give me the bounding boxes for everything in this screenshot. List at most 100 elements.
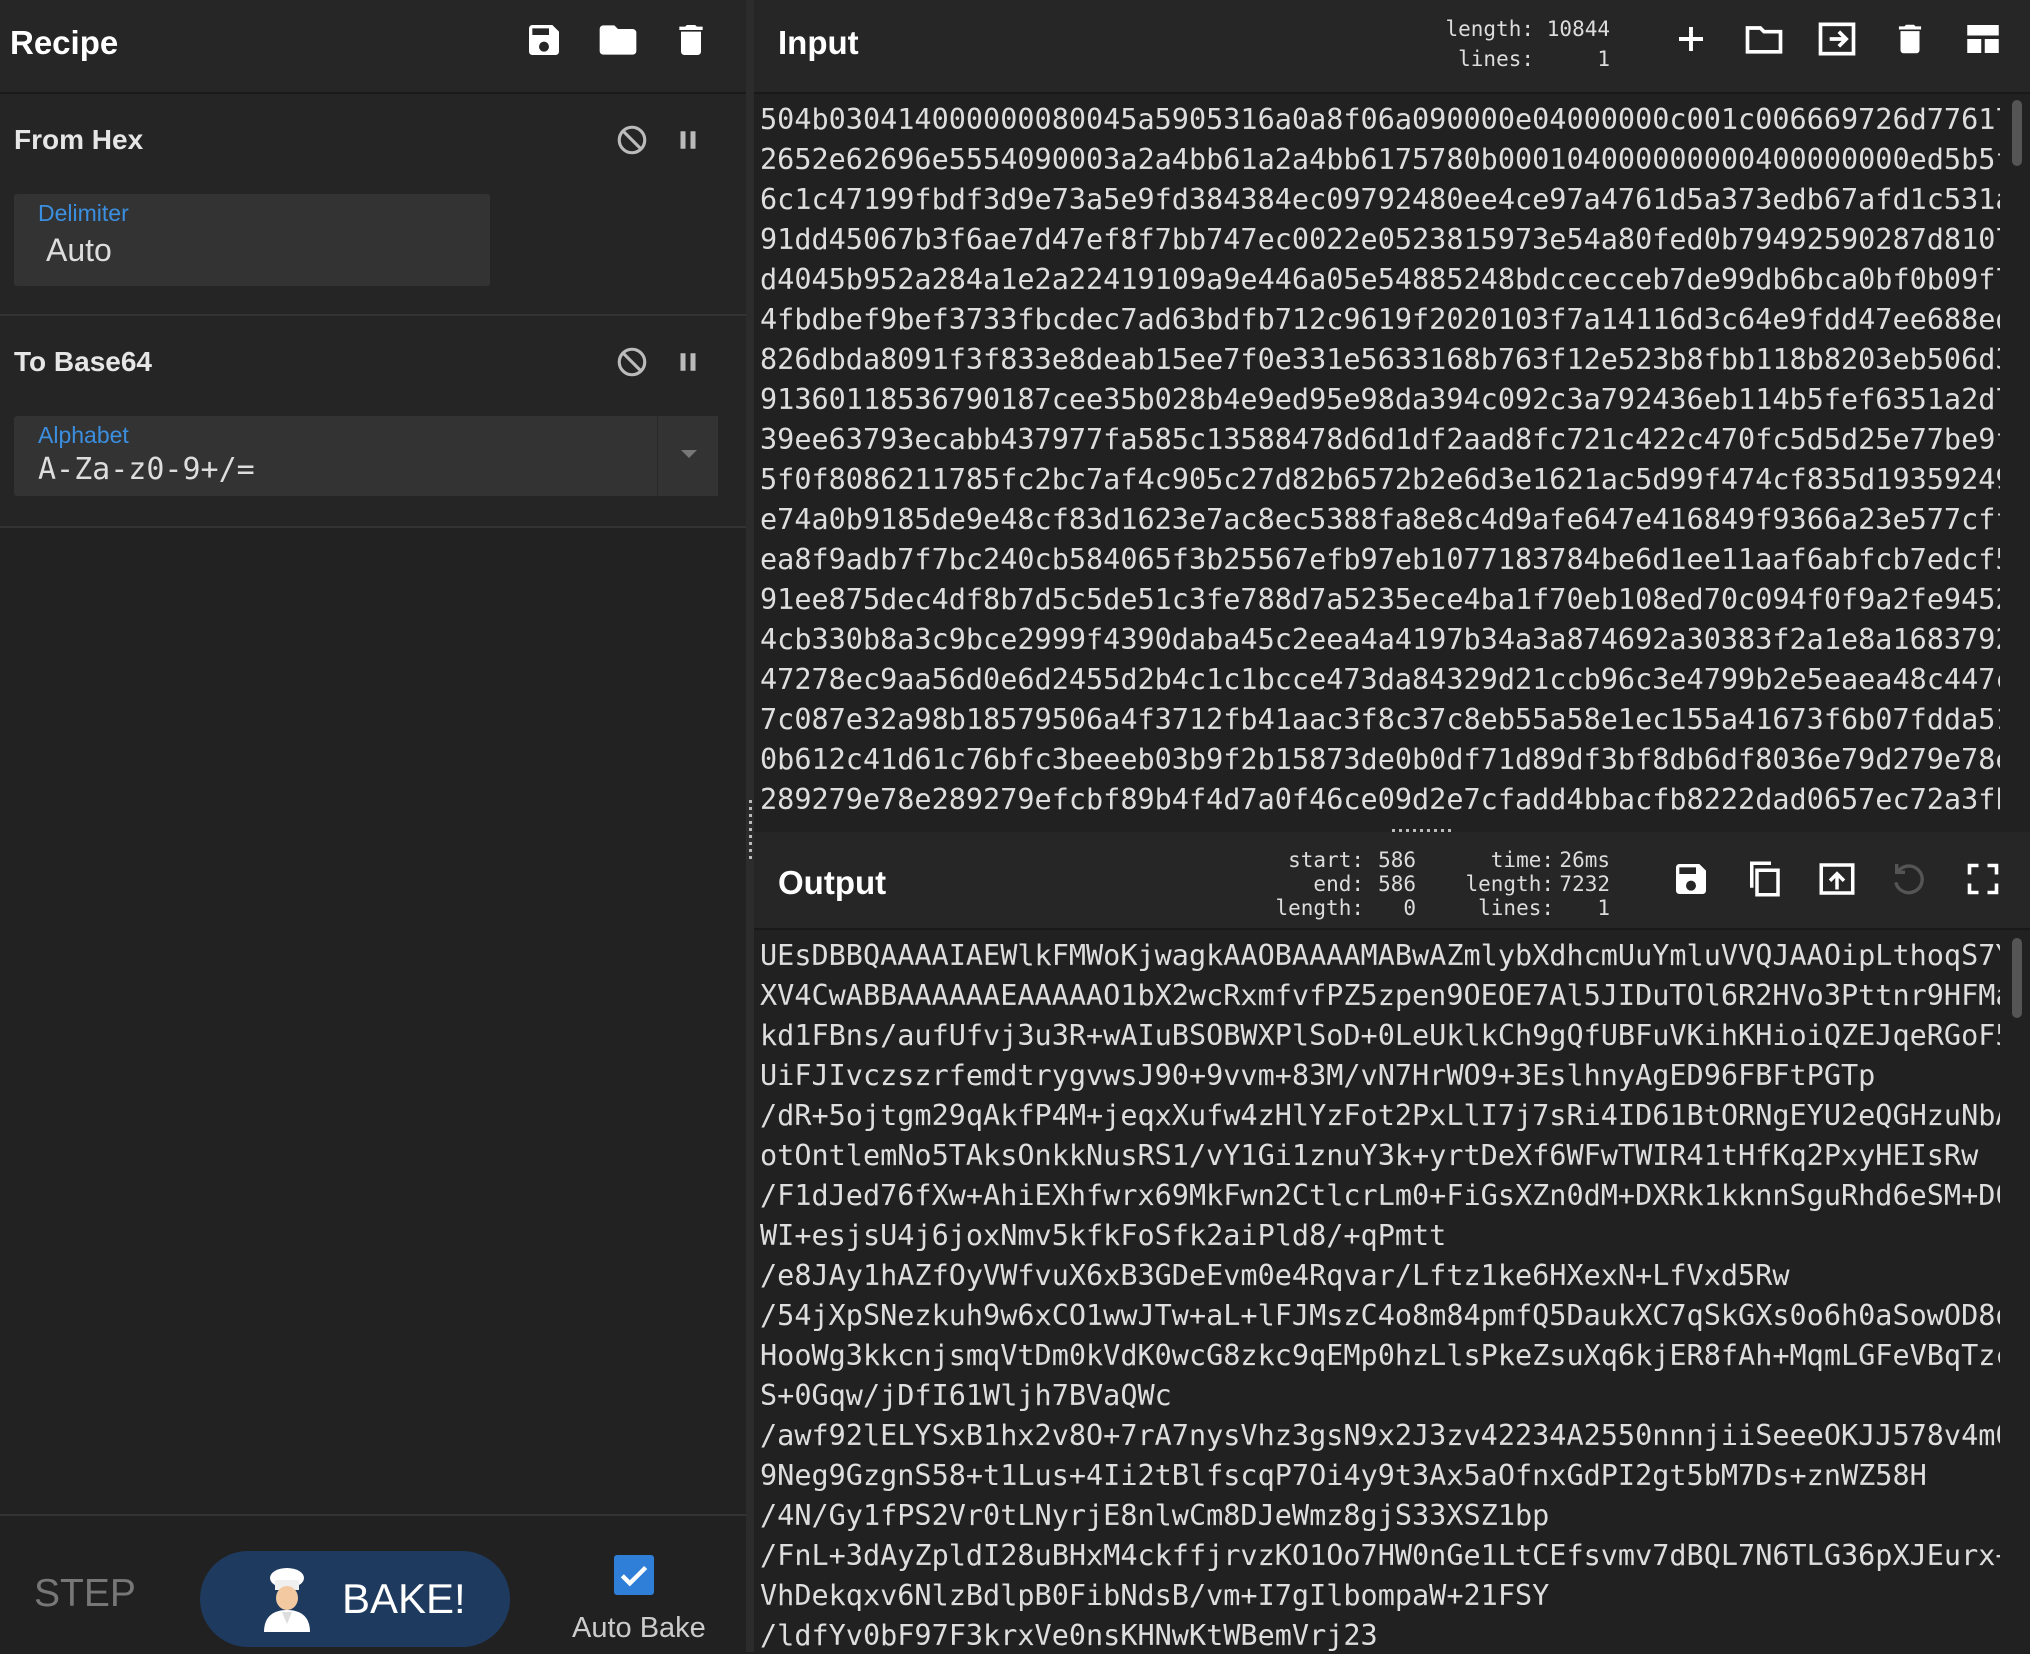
open-file-button[interactable] (1737, 12, 1791, 66)
plus-icon (1679, 27, 1703, 51)
input-line: 2652e62696e5554090003a2a4bb61a2a4bb61757… (760, 143, 2000, 176)
output-line: /F1dJed76fXw+AhiEXhfwrx69MkFwn2CtlcrLm0+… (760, 1179, 2000, 1212)
selection-length-value: 0 (1403, 896, 1416, 920)
reset-layout-button[interactable] (1956, 12, 2010, 66)
recipe-header: Recipe (0, 0, 746, 94)
save-output-button[interactable] (1664, 852, 1718, 906)
output-line: UEsDBBQAAAAIAEWlkFMWoKjwagkAAOBAAAAMABwA… (760, 939, 2000, 972)
disable-icon (617, 347, 647, 377)
input-header: Input length: 10844 lines: 1 (754, 0, 2030, 94)
auto-bake-checkbox[interactable] (614, 1555, 654, 1595)
output-textarea[interactable]: UEsDBBQAAAAIAEWlkFMWoKjwagkAAOBAAAAMABwA… (760, 936, 2000, 1652)
input-line: 7c087e32a98b18579506a4f3712fb41aac3f8c37… (760, 703, 2000, 736)
output-panel: Output start: 586 end: 586 length: 0 tim… (754, 832, 2030, 1652)
trash-icon (679, 25, 703, 55)
input-title: Input (778, 24, 859, 61)
save-recipe-button[interactable] (520, 16, 568, 64)
output-line: otOntlemNo5TAksOnkkNusRS1/vY1Gi1znuY3k+y… (760, 1139, 1979, 1172)
layout-icon (1967, 25, 1999, 53)
clear-input-button[interactable] (1883, 12, 1937, 66)
output-line: HooWg3kkcnjsmqVtDm0kVdK0wcG8zkc9qEMp0hzL… (760, 1339, 2000, 1372)
alphabet-label: Alphabet (38, 422, 129, 448)
operation-to-base64[interactable]: To Base64 Alphabet A-Za-z0-9+/= (0, 316, 746, 528)
output-line: /4N/Gy1fPS2Vr0tLNyrjE8nlwCm8DJeWmz8gjS33… (760, 1499, 1550, 1532)
input-line: ea8f9adb7f7bc240cb584065f3b25567efb97eb1… (760, 543, 2000, 576)
input-length-label: length: (1445, 17, 1534, 41)
recipe-title: Recipe (10, 24, 119, 61)
pause-operation-button[interactable] (668, 342, 708, 382)
input-panel: Input length: 10844 lines: 1 504b0304140… (754, 0, 2030, 828)
undo-button[interactable] (1883, 852, 1937, 906)
end-value: 586 (1378, 872, 1416, 896)
disable-operation-button[interactable] (612, 120, 652, 160)
open-folder-button[interactable] (1810, 12, 1864, 66)
output-scrollbar[interactable] (2012, 938, 2022, 1018)
output-line: /awf92lELYSxB1hx2v8O+7rA7nysVhz3gsN9x2J3… (760, 1419, 2000, 1452)
folder-icon (599, 25, 637, 55)
resize-handle[interactable] (749, 800, 752, 862)
delimiter-field[interactable]: Delimiter Auto (14, 194, 490, 286)
checkmark-icon (620, 1565, 648, 1587)
input-length-value: 10844 (1546, 17, 1610, 41)
copy-output-button[interactable] (1737, 852, 1791, 906)
output-lines-label: lines: (1478, 896, 1554, 920)
input-line: 47278ec9aa56d0e6d2455d2b4c1c1bcce473da84… (760, 663, 2000, 696)
input-line: 0b612c41d61c76bfc3beeeb03b9f2b15873de0b0… (760, 743, 2000, 776)
input-lines-label: lines: (1458, 47, 1534, 71)
output-title: Output (778, 864, 887, 901)
input-line: 5f0f8086211785fc2bc7af4c905c27d82b6572b2… (760, 463, 2000, 496)
end-label: end: (1313, 872, 1364, 896)
start-value: 586 (1378, 848, 1416, 872)
input-line: 91ee875dec4df8b7d5c5de51c3fe788d7a5235ec… (760, 583, 2000, 616)
output-line: XV4CwABBAAAAAAEAAAAAO1bX2wcRxmfvfPZ5zpen… (760, 979, 2000, 1012)
input-import-icon (1818, 22, 1856, 56)
pause-operation-button[interactable] (668, 120, 708, 160)
operation-from-hex[interactable]: From Hex Delimiter Auto (0, 94, 746, 316)
operation-name: To Base64 (14, 346, 152, 377)
add-tab-button[interactable] (1664, 12, 1718, 66)
selection-length-label: length: (1275, 896, 1364, 920)
maximise-output-button[interactable] (1956, 852, 2010, 906)
upload-icon (1819, 863, 1855, 895)
input-line: 826dbda8091f3f833e8deab15ee7f0e331e56331… (760, 343, 2000, 376)
output-line: /ldfYv0bF97F3krxVe0nsKHNwKtWBemVrj23 (760, 1619, 1378, 1652)
output-line: /e8JAy1hAZfOyVWfvuX6xB3GDeEvm0e4Rqvar/Lf… (760, 1259, 1790, 1292)
clear-recipe-button[interactable] (667, 16, 715, 64)
input-scrollbar[interactable] (2012, 100, 2022, 166)
alphabet-value: A-Za-z0-9+/= (38, 452, 255, 487)
trash-icon (1898, 24, 1922, 54)
step-button[interactable]: STEP (34, 1572, 136, 1616)
replace-input-button[interactable] (1810, 852, 1864, 906)
auto-bake-label: Auto Bake (572, 1612, 706, 1644)
bake-button[interactable]: BAKE! (200, 1551, 510, 1647)
output-line: 9Neg9GzgnS58+t1Lus+4Ii2tBlfscqP7Oi4y9t3A… (760, 1459, 1927, 1492)
output-line: /FnL+3dAyZpldI28uBHxM4ckffjrvzKO1Oo7HW0n… (760, 1539, 2000, 1572)
delimiter-value: Auto (46, 232, 112, 268)
input-line: d4045b952a284a1e2a22419109a9e446a05e5488… (760, 263, 2000, 296)
input-line: 39ee63793ecabb437977fa585c13588478d6d1df… (760, 423, 2000, 456)
save-icon (529, 25, 559, 55)
chevron-down-icon[interactable] (657, 416, 718, 496)
output-line: S+0Gqw/jDfI61Wljh7BVaQWc (760, 1379, 1172, 1412)
output-line: WI+esjsU4j6joxNmv5kfkFoSfk2aiPld8/+qPmtt (760, 1219, 1447, 1252)
input-line: 6c1c47199fbdf3d9e73a5e9fd384384ec0979248… (760, 183, 2000, 216)
disable-operation-button[interactable] (612, 342, 652, 382)
output-length-label: length: (1465, 872, 1554, 896)
save-icon (1676, 864, 1706, 894)
output-line: UiFJIvczszrfemdtrygvwsJ90+9vvm+83M/vN7Hr… (760, 1059, 1876, 1092)
output-length-value: 7232 (1559, 872, 1610, 896)
operation-name: From Hex (14, 124, 144, 155)
output-header: Output start: 586 end: 586 length: 0 tim… (754, 832, 2030, 930)
output-line: kd1FBns/aufUfvj3u3R+wAIuBSOBWXPlSoD+0LeU… (760, 1019, 2000, 1052)
alphabet-select[interactable]: Alphabet A-Za-z0-9+/= (14, 416, 718, 496)
input-lines-value: 1 (1597, 47, 1610, 71)
input-line: 4fbdbef9bef3733fbcdec7ad63bdfb712c9619f2… (760, 303, 2000, 336)
input-line: 289279e78e289279efcbf89b4f4d7a0f46ce09d2… (760, 783, 2000, 816)
input-textarea[interactable]: 504b030414000000080045a5905316a0a8f06a09… (760, 100, 2000, 822)
output-line: /54jXpSNezkuh9w6xCO1wwJTw+aL+lFJMszC4o8m… (760, 1299, 2000, 1332)
disable-icon (617, 125, 647, 155)
input-line: e74a0b9185de9e48cf83d1623e7ac8ec5388fa8e… (760, 503, 2000, 536)
load-recipe-button[interactable] (594, 16, 642, 64)
undo-icon (1894, 864, 1924, 895)
time-label: time: (1490, 848, 1554, 872)
